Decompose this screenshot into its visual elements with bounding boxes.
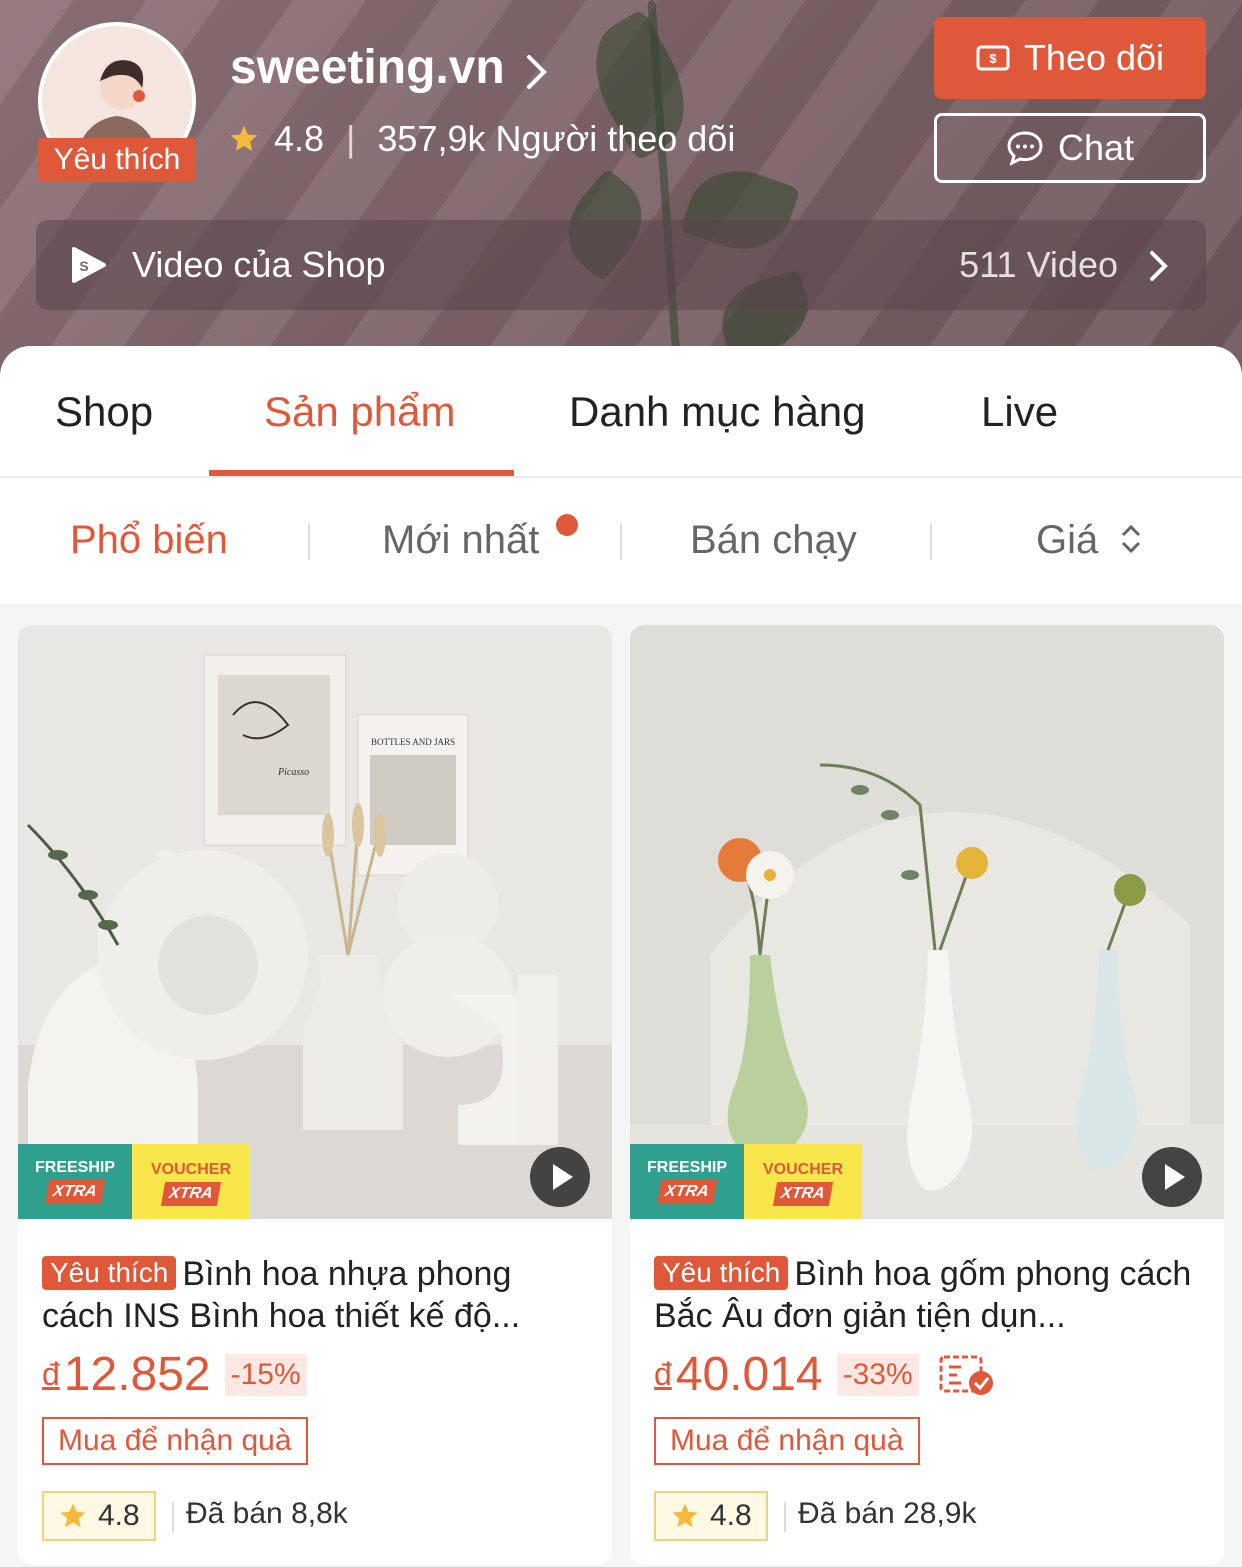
sort-popular[interactable]: Phổ biến [70, 518, 228, 563]
xtra-label: XTRA [657, 1180, 717, 1204]
product-image[interactable] [630, 625, 1224, 1219]
voucher-check-icon [939, 1355, 993, 1395]
shop-followers: 357,9k Người theo dõi [377, 118, 736, 159]
divider [172, 1502, 174, 1532]
tab-shop[interactable]: Shop [55, 388, 153, 436]
rating-value: 4.8 [98, 1499, 140, 1532]
star-icon [230, 125, 258, 151]
sort-newest[interactable]: Mới nhất [382, 518, 539, 563]
play-icon[interactable] [1142, 1147, 1202, 1207]
freeship-label: FREESHIP [34, 1159, 115, 1176]
product-photo-vases-white: Picasso BOTTLES AND JARS [18, 625, 612, 1219]
video-count: 511 Video [959, 244, 1118, 285]
play-icon[interactable] [530, 1147, 590, 1207]
divider: | [346, 118, 356, 159]
currency-symbol: đ [654, 1356, 672, 1392]
tabs-panel: Shop Sản phẩm Danh mục hàng Live Phổ biế… [0, 346, 1242, 604]
chat-button[interactable]: Chat [934, 113, 1206, 183]
shop-video-bar[interactable]: S Video của Shop 511 Video [36, 220, 1206, 310]
product-title[interactable]: Yêu thích Bình hoa gốm phong cách Bắc Âu … [654, 1253, 1202, 1337]
tab-categories[interactable]: Danh mục hàng [569, 388, 866, 436]
divider [0, 476, 1242, 478]
discount-badge: -15% [224, 1353, 307, 1396]
new-indicator-dot [556, 514, 578, 536]
voucher-label: VOUCHER [150, 1161, 231, 1178]
freeship-label: FREESHIP [646, 1159, 727, 1176]
sold-count: Đã bán 28,9k [798, 1497, 977, 1530]
divider [930, 524, 932, 560]
discount-badge: -33% [836, 1353, 919, 1396]
favorite-badge: Yêu thích [42, 1256, 177, 1290]
sort-price[interactable]: Giá [1036, 518, 1143, 563]
freeship-xtra-tag: FREESHIP XTRA [18, 1144, 132, 1219]
xtra-label: XTRA [45, 1180, 105, 1204]
divider [308, 524, 310, 560]
follow-label: Theo dõi [1023, 37, 1165, 78]
shop-stats: 4.8 | 357,9k Người theo dõi [228, 118, 735, 160]
star-icon [672, 1503, 698, 1528]
product-title[interactable]: Yêu thích Bình hoa nhựa phong cách INS Bì… [42, 1253, 590, 1337]
product-price: 40.014 [675, 1348, 823, 1401]
freeship-xtra-tag: FREESHIP XTRA [630, 1144, 744, 1219]
svg-text:S: S [79, 258, 88, 274]
sort-updown-icon [1122, 524, 1141, 554]
rating-value: 4.8 [710, 1499, 752, 1532]
ticket-icon: $ [976, 45, 1010, 71]
chevron-right-icon[interactable] [524, 54, 550, 90]
xtra-label: XTRA [161, 1182, 221, 1206]
gift-promo-tag: Mua để nhận quà [654, 1417, 920, 1465]
product-rating: 4.8 [654, 1491, 768, 1541]
product-card[interactable]: FREESHIP XTRA VOUCHER XTRA Yêu thích Bình… [630, 625, 1224, 1565]
voucher-xtra-tag: VOUCHER XTRA [132, 1144, 250, 1219]
product-image[interactable]: Picasso BOTTLES AND JARS [18, 625, 612, 1219]
shop-header: Yêu thích sweeting.vn 4.8 | 357,9k Người… [0, 0, 1242, 380]
favorite-shop-badge: Yêu thích [38, 138, 196, 182]
chat-label: Chat [1057, 127, 1135, 168]
star-icon [60, 1503, 86, 1528]
voucher-label: VOUCHER [762, 1161, 843, 1178]
price-row: đ 40.014 -33% [654, 1347, 995, 1402]
shop-name[interactable]: sweeting.vn [230, 40, 505, 95]
shop-rating: 4.8 [274, 118, 325, 159]
follow-button[interactable]: $ Theo dõi [934, 17, 1206, 99]
product-photo-vases-ceramic [630, 625, 1224, 1219]
chevron-right-icon [1150, 251, 1168, 281]
chat-bubble-icon [1007, 131, 1043, 166]
poster-signature: Picasso [277, 767, 309, 778]
shopee-video-icon: S [72, 247, 106, 283]
poster-title: BOTTLES AND JARS [371, 737, 455, 747]
divider [620, 524, 622, 560]
video-label: Video của Shop [132, 244, 386, 285]
voucher-xtra-tag: VOUCHER XTRA [744, 1144, 862, 1219]
xtra-label: XTRA [773, 1182, 833, 1206]
tab-products[interactable]: Sản phẩm [264, 388, 455, 436]
favorite-badge: Yêu thích [654, 1256, 789, 1290]
product-price: 12.852 [63, 1348, 211, 1401]
product-rating: 4.8 [42, 1491, 156, 1541]
sort-price-label: Giá [1036, 518, 1099, 562]
gift-promo-tag: Mua để nhận quà [42, 1417, 308, 1465]
currency-symbol: đ [42, 1356, 60, 1392]
svg-text:$: $ [989, 51, 997, 66]
product-card[interactable]: Picasso BOTTLES AND JARS FREESHIP XTRA V… [18, 625, 612, 1565]
price-row: đ 12.852 -15% [42, 1347, 307, 1402]
shop-avatar[interactable]: Yêu thích [38, 22, 196, 182]
divider [784, 1502, 786, 1532]
sold-count: Đã bán 8,8k [186, 1497, 348, 1530]
sort-best-selling[interactable]: Bán chạy [690, 518, 857, 563]
tab-live[interactable]: Live [981, 388, 1058, 436]
